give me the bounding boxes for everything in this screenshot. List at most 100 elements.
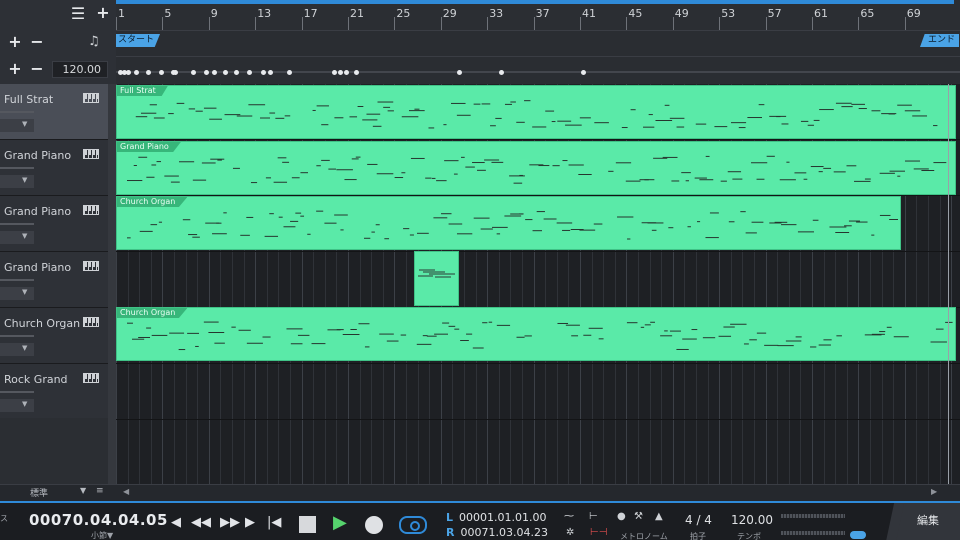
tempo-point[interactable] xyxy=(338,70,343,75)
loop-left-locator[interactable]: L 00001.01.01.00 xyxy=(446,511,547,524)
loop-range-bar[interactable] xyxy=(116,0,954,4)
track-options-dropdown[interactable] xyxy=(0,175,34,188)
metronome-icon[interactable]: ▲ xyxy=(655,511,663,522)
track-header-grand-piano-2[interactable]: Grand Piano xyxy=(0,196,108,252)
position-unit-dropdown[interactable]: 小節▼ xyxy=(91,530,113,540)
volume-level[interactable] xyxy=(0,223,34,225)
track-options-dropdown[interactable] xyxy=(0,287,34,300)
tempo-point[interactable] xyxy=(234,70,239,75)
clip-grand-piano[interactable]: Grand Piano xyxy=(116,141,956,195)
tempo-point[interactable] xyxy=(581,70,586,75)
tempo-point[interactable] xyxy=(134,70,139,75)
tempo-point[interactable] xyxy=(159,70,164,75)
tempo-point[interactable] xyxy=(126,70,131,75)
track-name[interactable]: Grand Piano xyxy=(4,149,71,162)
track-header-grand-piano-3[interactable]: Grand Piano xyxy=(0,252,108,308)
track-name[interactable]: Grand Piano xyxy=(4,261,71,274)
volume-level[interactable] xyxy=(0,111,34,113)
ruler-bar-number: 13 xyxy=(257,7,272,20)
tempo-point[interactable] xyxy=(287,70,292,75)
tempo-point[interactable] xyxy=(173,70,178,75)
position-display[interactable]: 00070.04.04.05 xyxy=(29,511,168,529)
track-options-dropdown[interactable] xyxy=(0,231,34,244)
menu-icon[interactable]: ≡ xyxy=(96,486,104,496)
punch-range-icon[interactable]: ⊢⊣ xyxy=(590,527,607,538)
tempo-point[interactable] xyxy=(457,70,462,75)
performance-meter-top xyxy=(781,514,845,518)
zoom-out-button[interactable]: − xyxy=(26,32,48,51)
zoom-in-button[interactable]: + xyxy=(4,32,26,51)
tempo-point[interactable] xyxy=(212,70,217,75)
track-options-dropdown[interactable] xyxy=(0,399,34,412)
timeline-ruler[interactable]: 1 5 9 13 17 21 25 29 33 37 41 45 49 53 57 61 65 69 xyxy=(116,0,960,30)
performance-toggle[interactable] xyxy=(850,531,866,539)
view-mode-dropdown[interactable]: 標準 ▼ ≡ xyxy=(30,486,120,499)
tempo-decrease-button[interactable]: − xyxy=(26,59,48,78)
tempo-point[interactable] xyxy=(247,70,252,75)
metronome-settings-icon[interactable]: ⚒ xyxy=(634,511,643,522)
time-signature-value[interactable]: 4 / 4 xyxy=(685,513,712,527)
marker-lane[interactable]: スタート エンド xyxy=(116,30,960,56)
horizontal-scroll-row[interactable]: 標準 ▼ ≡ ◀ ▶ xyxy=(0,484,960,501)
track-name[interactable]: Church Organ xyxy=(4,317,80,330)
start-marker[interactable]: スタート xyxy=(116,34,161,47)
track-header-grand-piano-1[interactable]: Grand Piano xyxy=(0,140,108,196)
tempo-point[interactable] xyxy=(354,70,359,75)
volume-level[interactable] xyxy=(0,279,34,281)
volume-level[interactable] xyxy=(0,391,34,393)
track-header-rock-grand[interactable]: Rock Grand xyxy=(0,364,108,420)
edit-button[interactable]: 編集 xyxy=(896,503,960,540)
ruler-tick xyxy=(672,17,674,30)
punch-icon[interactable]: ⊢ xyxy=(589,511,598,522)
tempo-increase-button[interactable]: + xyxy=(4,59,26,78)
track-header-full-strat[interactable]: Full Strat xyxy=(0,84,108,140)
tempo-lane[interactable] xyxy=(116,56,960,84)
track-header-church-organ[interactable]: Church Organ xyxy=(0,308,108,364)
tempo-point[interactable] xyxy=(146,70,151,75)
track-name[interactable]: Rock Grand xyxy=(4,373,68,386)
tempo-point[interactable] xyxy=(191,70,196,75)
scroll-left-arrow-icon[interactable]: ◀ xyxy=(123,487,129,496)
tempo-input[interactable]: 120.00 xyxy=(52,61,108,78)
tempo-point[interactable] xyxy=(499,70,504,75)
clip-church-organ-2[interactable]: Church Organ xyxy=(116,307,956,361)
loop-toggle-button[interactable] xyxy=(399,516,427,534)
track-list-menu-icon[interactable]: ☰ xyxy=(67,4,89,23)
tempo-point[interactable] xyxy=(344,70,349,75)
loop-right-locator[interactable]: R 00071.03.04.23 xyxy=(446,526,548,539)
play-button[interactable]: ▶ xyxy=(333,512,347,533)
gear-icon[interactable]: ✲ xyxy=(566,527,574,538)
clip-grand-piano-short[interactable] xyxy=(414,251,459,306)
rewind-icon[interactable]: ◀◀ xyxy=(191,515,211,530)
record-button[interactable] xyxy=(365,516,383,534)
volume-level[interactable] xyxy=(0,167,34,169)
add-track-button[interactable]: + xyxy=(92,3,114,22)
clip-church-organ-1[interactable]: Church Organ xyxy=(116,196,901,250)
metronome-toggle-icon[interactable]: ● xyxy=(617,511,626,522)
tempo-value[interactable]: 120.00 xyxy=(731,513,773,527)
fast-forward-icon[interactable]: ▶▶ xyxy=(220,515,240,530)
header-divider[interactable] xyxy=(108,84,116,484)
clip-full-strat[interactable]: Full Strat xyxy=(116,85,956,139)
volume-level[interactable] xyxy=(0,335,34,337)
arrangement-view[interactable]: Full Strat Grand Piano Church Organ Chur… xyxy=(116,84,960,484)
ruler-tick xyxy=(533,17,535,30)
track-options-dropdown[interactable] xyxy=(0,119,34,132)
return-to-start-icon[interactable]: |◀ xyxy=(267,515,281,530)
tempo-point[interactable] xyxy=(223,70,228,75)
tempo-point[interactable] xyxy=(204,70,209,75)
scroll-right-arrow-icon[interactable]: ▶ xyxy=(931,487,937,496)
tempo-point[interactable] xyxy=(261,70,266,75)
precount-icon[interactable]: ⁓ xyxy=(564,511,574,522)
track-name[interactable]: Grand Piano xyxy=(4,205,71,218)
music-note-icon[interactable]: ♫ xyxy=(88,34,100,49)
track-name[interactable]: Full Strat xyxy=(4,93,53,106)
track-options-dropdown[interactable] xyxy=(0,343,34,356)
end-marker[interactable]: エンド xyxy=(920,34,960,47)
tempo-point[interactable] xyxy=(268,70,273,75)
prev-marker-icon[interactable]: ◀ xyxy=(171,515,181,530)
stop-button[interactable] xyxy=(299,516,316,533)
next-marker-icon[interactable]: ▶ xyxy=(245,515,255,530)
tempo-point[interactable] xyxy=(332,70,337,75)
performance-meter-bottom xyxy=(781,531,845,535)
